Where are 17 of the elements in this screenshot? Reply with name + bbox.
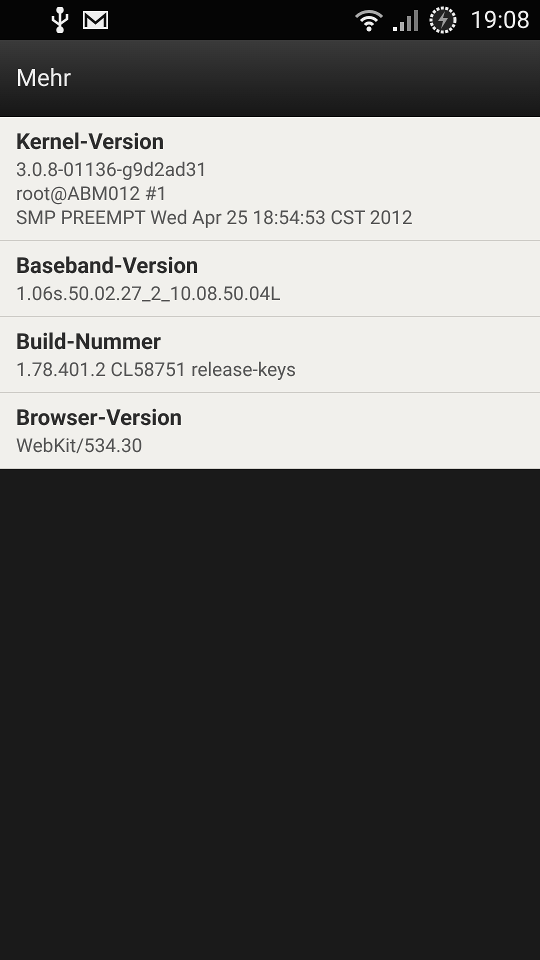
usb-icon [50,7,70,33]
item-title: Baseband-Version [16,253,200,281]
item-value: SMP PREEMPT Wed Apr 25 18:54:53 CST 2012 [16,206,414,230]
item-title: Browser-Version [16,405,183,433]
battery-charging-icon [428,5,458,35]
item-title: Build-Nummer [16,329,162,357]
item-title: Kernel-Version [16,129,166,157]
wifi-icon [354,8,384,32]
signal-icon [392,8,420,32]
item-value: 3.0.8-01136-g9d2ad31 [16,158,208,182]
item-value: 1.78.401.2 CL58751 release-keys [16,358,297,382]
item-value: WebKit/534.30 [16,434,144,458]
clock-time: 19:08 [470,5,530,36]
item-value: 1.06s.50.02.27_2_10.08.50.04L [16,282,282,306]
mail-icon [82,10,109,30]
screen-title: Mehr [16,63,72,94]
item-value: root@ABM012 #1 [16,182,168,206]
